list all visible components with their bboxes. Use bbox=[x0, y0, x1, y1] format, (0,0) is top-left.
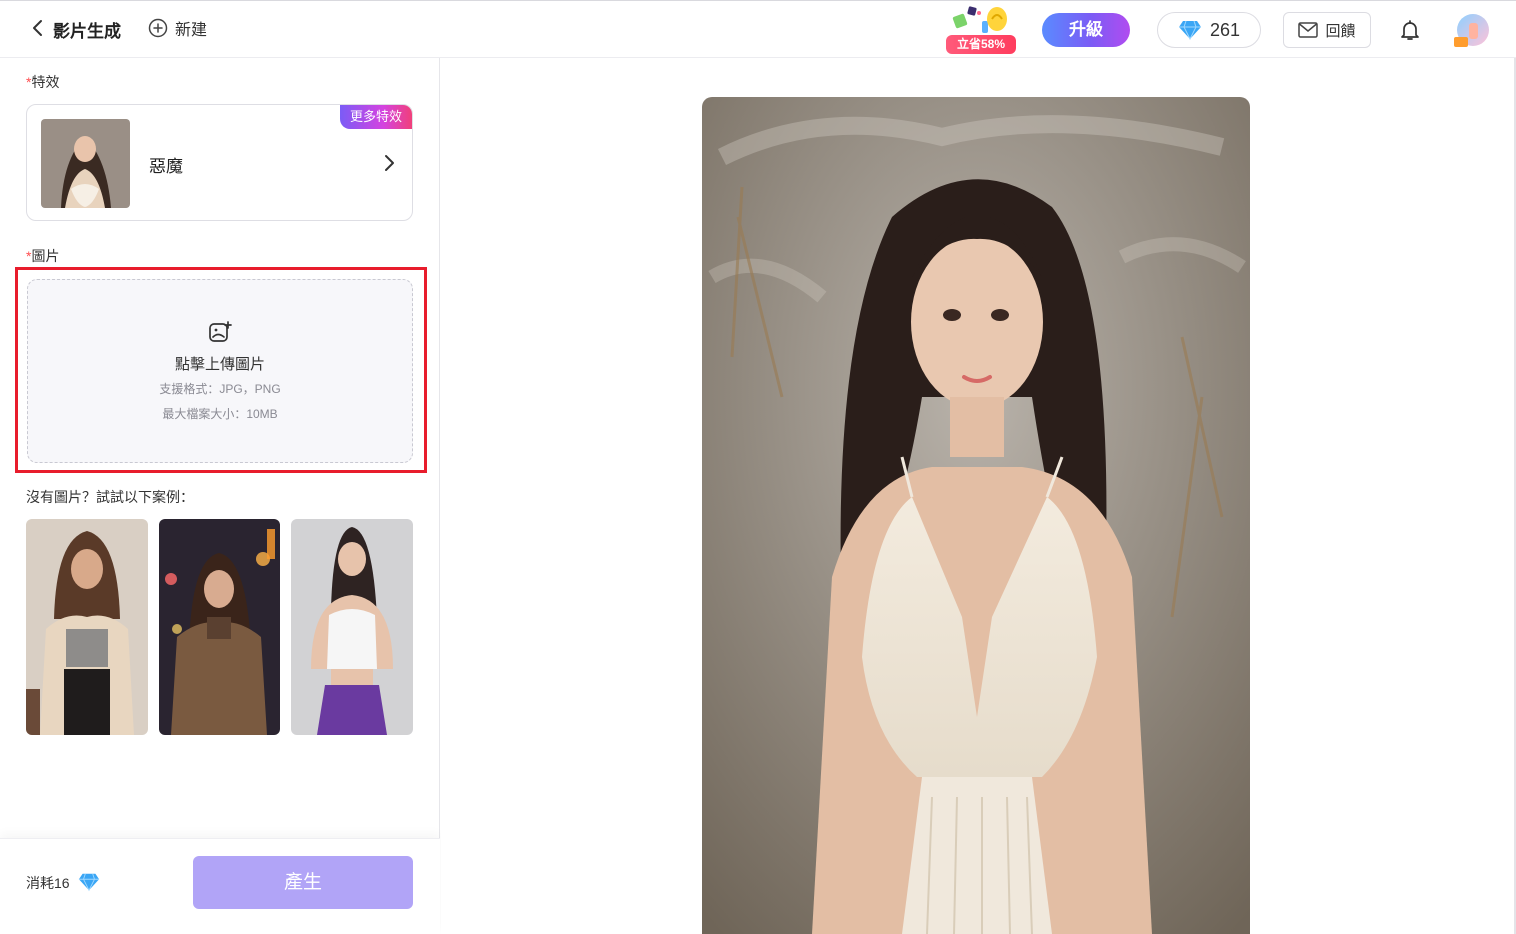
preview-area bbox=[441, 58, 1516, 934]
settings-panel: *特效 惡魔 更多特效 *圖片 點擊上傳圖片 支援格式：JPG，PNG 最大檔案… bbox=[0, 58, 440, 934]
bottom-action-bar: 消耗16 產生 bbox=[0, 838, 440, 934]
diamond-icon bbox=[1178, 20, 1201, 40]
upload-max-size: 最大檔案大小：10MB bbox=[162, 407, 278, 421]
bell-icon[interactable] bbox=[1398, 18, 1422, 42]
sample-image-3[interactable] bbox=[291, 519, 413, 735]
generate-button[interactable]: 產生 bbox=[193, 856, 413, 909]
user-avatar[interactable] bbox=[1452, 13, 1490, 51]
chevron-right-icon bbox=[385, 155, 394, 171]
new-button-label: 新建 bbox=[175, 22, 208, 39]
sample-image-2[interactable] bbox=[159, 519, 280, 735]
page-title: 影片生成 bbox=[53, 22, 121, 41]
upgrade-button[interactable]: 升級 bbox=[1042, 13, 1130, 47]
sample-image-1[interactable] bbox=[26, 519, 148, 735]
upload-formats: 支援格式：JPG，PNG bbox=[159, 382, 281, 396]
back-arrow-icon[interactable] bbox=[30, 18, 46, 38]
samples-title: 沒有圖片？試試以下案例： bbox=[26, 489, 194, 505]
gem-balance[interactable]: 261 bbox=[1157, 12, 1261, 48]
effect-preview-image bbox=[702, 97, 1250, 934]
plus-circle-icon bbox=[148, 18, 168, 38]
effect-name: 惡魔 bbox=[149, 157, 183, 176]
feedback-label: 回饋 bbox=[1325, 22, 1356, 40]
image-section-label: *圖片 bbox=[26, 248, 60, 264]
effect-selector[interactable]: 惡魔 更多特效 bbox=[26, 104, 413, 221]
new-button[interactable]: 新建 bbox=[148, 15, 207, 41]
top-bar: 影片生成 新建 立省58% 升級 261 回饋 bbox=[0, 0, 1516, 58]
effect-thumbnail bbox=[41, 119, 130, 208]
more-effects-badge[interactable]: 更多特效 bbox=[340, 105, 412, 129]
discount-promo[interactable]: 立省58% bbox=[946, 5, 1016, 55]
gem-count: 261 bbox=[1209, 19, 1241, 40]
image-upload-icon bbox=[209, 321, 232, 342]
mail-icon bbox=[1298, 22, 1319, 38]
image-upload-dropzone[interactable]: 點擊上傳圖片 支援格式：JPG，PNG 最大檔案大小：10MB bbox=[27, 279, 413, 463]
diamond-icon bbox=[78, 873, 100, 892]
gift-illustration-icon bbox=[952, 6, 1007, 33]
effect-section-label: *特效 bbox=[26, 74, 60, 90]
upload-title: 點擊上傳圖片 bbox=[174, 356, 265, 373]
cost-label: 消耗16 bbox=[26, 875, 70, 891]
feedback-button[interactable]: 回饋 bbox=[1283, 12, 1371, 48]
discount-badge: 立省58% bbox=[946, 35, 1016, 54]
